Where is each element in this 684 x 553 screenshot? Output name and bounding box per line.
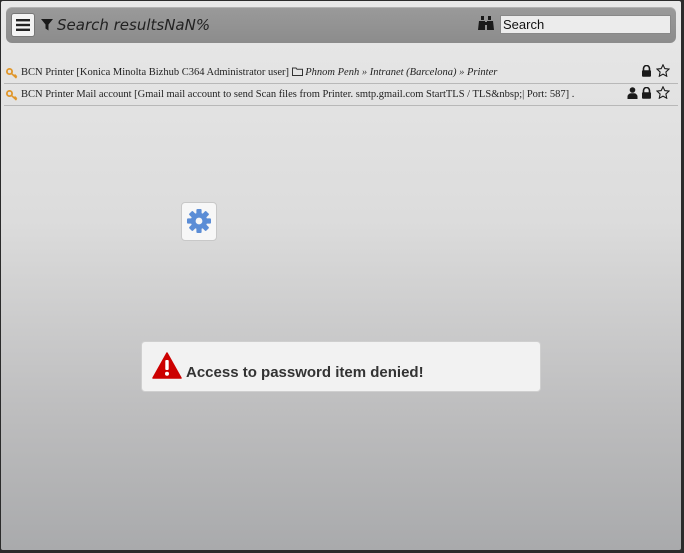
alert-message: Access to password item denied!	[186, 364, 424, 381]
user-icon[interactable]	[627, 86, 638, 99]
page-title: Search resultsNaN%	[57, 16, 211, 34]
item-label[interactable]: BCN Printer Mail account [Gmail mail acc…	[21, 89, 574, 100]
lock-icon[interactable]	[641, 86, 652, 99]
app-window: Search resultsNaN% BCN Printer [Konica M…	[1, 1, 681, 550]
top-bar: Search resultsNaN%	[6, 7, 676, 43]
star-icon[interactable]	[655, 85, 671, 100]
search-input[interactable]	[500, 15, 671, 34]
star-icon[interactable]	[655, 63, 671, 78]
folder-icon	[291, 67, 303, 76]
error-alert: Access to password item denied!	[141, 341, 541, 392]
key-icon	[6, 90, 18, 101]
binoculars-icon[interactable]	[478, 16, 494, 31]
filter-icon[interactable]	[41, 19, 53, 31]
list-item[interactable]: BCN Printer [Konica Minolta Bizhub C364 …	[4, 63, 678, 84]
key-icon	[6, 68, 18, 79]
lock-icon[interactable]	[641, 64, 652, 77]
item-label[interactable]: BCN Printer [Konica Minolta Bizhub C364 …	[21, 67, 289, 78]
warning-icon	[152, 352, 182, 379]
gear-icon	[187, 209, 211, 233]
list-item[interactable]: BCN Printer Mail account [Gmail mail acc…	[4, 85, 678, 106]
item-path: Phnom Penh » Intranet (Barcelona) » Prin…	[305, 67, 498, 78]
hamburger-icon	[16, 19, 30, 31]
loading-indicator	[181, 202, 217, 241]
menu-button[interactable]	[11, 13, 35, 37]
